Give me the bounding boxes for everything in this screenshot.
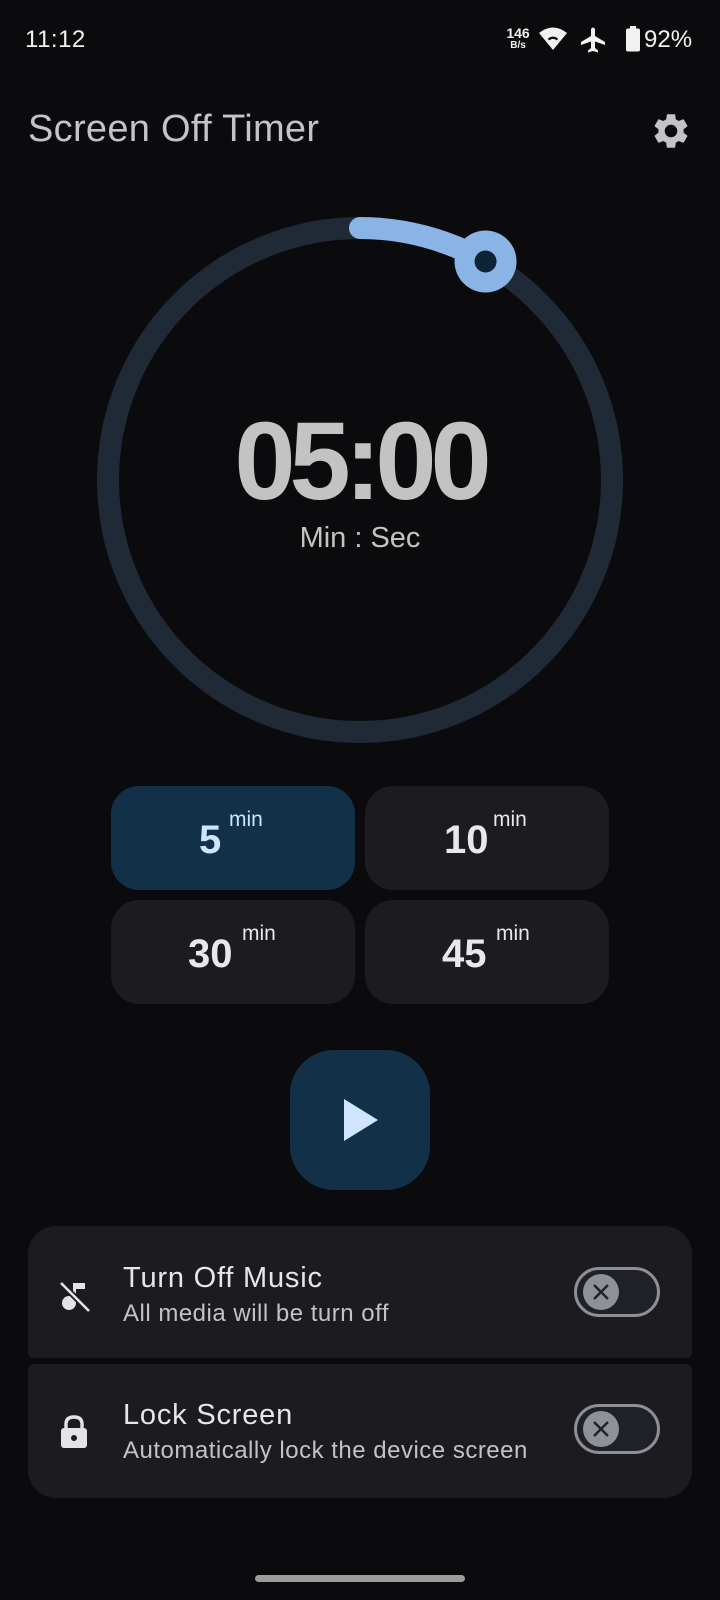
- toggle-thumb: [583, 1274, 619, 1310]
- preset-value: 5: [199, 818, 222, 862]
- option-title: Turn Off Music: [123, 1262, 323, 1294]
- preset-30-min-button[interactable]: 30 min: [111, 900, 355, 1004]
- music-off-icon: [58, 1280, 92, 1314]
- turn-off-music-toggle[interactable]: [574, 1267, 660, 1317]
- preset-value: 10: [444, 818, 489, 862]
- option-title: Lock Screen: [123, 1399, 293, 1431]
- timer-display: 05:00: [234, 400, 491, 523]
- preset-unit: min: [242, 922, 276, 945]
- option-subtitle: All media will be turn off: [123, 1300, 390, 1327]
- preset-45-min-button[interactable]: 45 min: [365, 900, 609, 1004]
- battery-icon: [626, 26, 640, 52]
- wifi-icon: [539, 27, 567, 50]
- app-title: Screen Off Timer: [28, 108, 320, 150]
- timer-unit-label: Min : Sec: [299, 522, 421, 554]
- turn-off-music-option[interactable]: Turn Off Music All media will be turn of…: [28, 1226, 692, 1358]
- preset-unit: min: [229, 808, 263, 831]
- timer-dial[interactable]: 05:00 Min : Sec: [90, 210, 630, 750]
- lock-icon: [61, 1415, 87, 1448]
- lock-screen-option[interactable]: Lock Screen Automatically lock the devic…: [28, 1364, 692, 1498]
- start-timer-button[interactable]: [290, 1050, 430, 1190]
- close-icon: [593, 1421, 609, 1437]
- status-bar: 11:12 146 B/s 92%: [0, 0, 720, 80]
- preset-value: 30: [188, 932, 233, 976]
- preset-10-min-button[interactable]: 10 min: [365, 786, 609, 890]
- airplane-mode-icon: [581, 27, 605, 53]
- option-subtitle: Automatically lock the device screen: [123, 1437, 528, 1464]
- network-speed: 146 B/s: [503, 26, 533, 51]
- play-icon: [344, 1099, 378, 1141]
- close-icon: [593, 1284, 609, 1300]
- preset-5-min-button[interactable]: 5 min: [111, 786, 355, 890]
- preset-value: 45: [442, 932, 487, 976]
- network-speed-unit: B/s: [510, 40, 526, 51]
- status-time: 11:12: [25, 26, 86, 53]
- home-indicator[interactable]: [255, 1575, 465, 1582]
- toggle-thumb: [583, 1411, 619, 1447]
- lock-screen-toggle[interactable]: [574, 1404, 660, 1454]
- battery-percentage: 92%: [644, 26, 693, 53]
- preset-unit: min: [496, 922, 530, 945]
- network-speed-value: 146: [506, 25, 530, 41]
- preset-unit: min: [493, 808, 527, 831]
- gear-icon[interactable]: [650, 110, 692, 152]
- dial-handle-dot: [474, 250, 497, 273]
